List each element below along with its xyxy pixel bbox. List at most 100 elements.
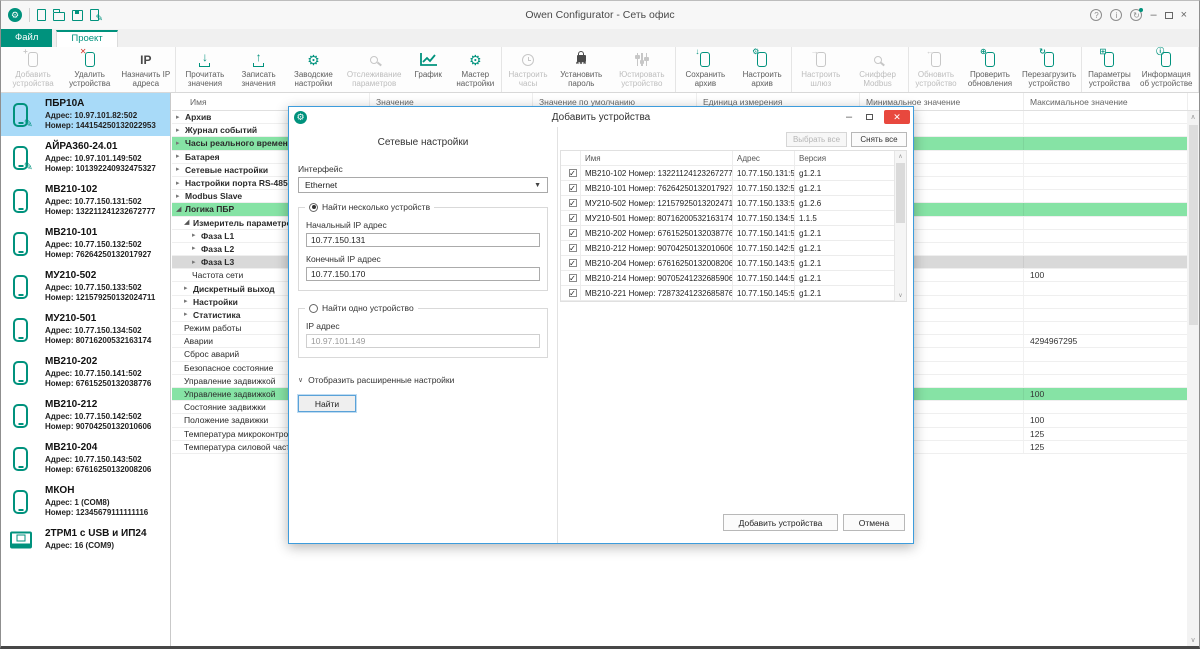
close-button[interactable]: × xyxy=(1181,10,1187,21)
table-row[interactable]: ✓МВ210-214 Номер: 9070524123268590610.77… xyxy=(561,271,906,286)
tab-file[interactable]: Файл xyxy=(1,29,52,47)
table-row[interactable]: ✓МУ210-502 Номер: 12157925013202471110.7… xyxy=(561,196,906,211)
sidebar-device-item[interactable]: МУ210-501Адрес: 10.77.150.134:502Номер: … xyxy=(1,308,170,351)
ribbon-button[interactable]: ⊕Проверить обновления xyxy=(962,48,1018,91)
table-column-header[interactable]: Версия xyxy=(795,151,896,165)
sidebar-device-item[interactable]: МВ210-212Адрес: 10.77.150.142:502Номер: … xyxy=(1,394,170,437)
end-ip-input[interactable] xyxy=(306,267,540,281)
ribbon-button[interactable]: ⚙Мастер настройки xyxy=(450,48,500,91)
ribbon-button[interactable]: IPНазначить IP адреса xyxy=(117,48,174,91)
tree-label: Журнал событий xyxy=(185,125,257,135)
table-row[interactable]: ✓МВ210-204 Номер: 6761625013200820610.77… xyxy=(561,256,906,271)
help-icon[interactable]: ? xyxy=(1090,9,1102,21)
dialog-minimize-button[interactable]: – xyxy=(840,111,858,123)
update-icon[interactable]: ↻ xyxy=(1130,9,1142,21)
table-row[interactable]: ✓МВ210-202 Номер: 6761525013203877610.77… xyxy=(561,226,906,241)
table-row[interactable]: ✓МВ210-101 Номер: 7626425013201792710.77… xyxy=(561,181,906,196)
scroll-up-icon[interactable]: ∧ xyxy=(1187,113,1199,121)
dialog-table-scrollbar[interactable]: ∧ ∨ xyxy=(894,151,906,301)
row-checkbox[interactable]: ✓ xyxy=(569,199,577,207)
sidebar-device-item[interactable]: ✎АЙРА360-24.01Адрес: 10.97.101.149:502Но… xyxy=(1,136,170,179)
sidebar-device-item[interactable]: МВ210-102Адрес: 10.77.150.131:502Номер: … xyxy=(1,179,170,222)
row-checkbox[interactable]: ✓ xyxy=(569,289,577,297)
tree-collapsed-icon[interactable]: ▸ xyxy=(176,180,185,187)
multi-device-radio[interactable] xyxy=(309,203,318,212)
scrollbar-thumb[interactable] xyxy=(896,163,905,223)
ribbon-button[interactable]: ↓Сохранить архив xyxy=(677,48,734,91)
interface-select[interactable]: Ethernet ▼ xyxy=(298,177,548,193)
ribbon-button[interactable]: ↻Перезагрузить устройство xyxy=(1018,48,1080,91)
ribbon-button[interactable]: ↓Прочитать значения xyxy=(177,48,232,91)
restore-button[interactable] xyxy=(1165,12,1173,19)
scroll-up-icon[interactable]: ∧ xyxy=(895,153,906,160)
row-checkbox[interactable]: ✓ xyxy=(569,274,577,282)
scroll-down-icon[interactable]: ∨ xyxy=(1187,636,1199,644)
ribbon-button[interactable]: ✕Удалить устройства xyxy=(62,48,117,91)
info-icon[interactable]: i xyxy=(1110,9,1122,21)
tree-collapsed-icon[interactable]: ▸ xyxy=(184,285,193,292)
start-ip-input[interactable] xyxy=(306,233,540,247)
new-file-icon[interactable] xyxy=(37,9,46,21)
ribbon-button[interactable]: ⚙Заводские настройки xyxy=(285,48,343,91)
row-checkbox[interactable]: ✓ xyxy=(569,184,577,192)
single-device-radio[interactable] xyxy=(309,304,318,313)
table-row[interactable]: ✓МВ210-221 Номер: 7287324123268587610.77… xyxy=(561,286,906,301)
sidebar-device-item[interactable]: ✎ПБР10ААдрес: 10.97.101.82:502Номер: 144… xyxy=(1,93,170,136)
find-button[interactable]: Найти xyxy=(298,395,356,412)
tree-collapsed-icon[interactable]: ▸ xyxy=(192,245,201,252)
add-devices-button[interactable]: Добавить устройства xyxy=(723,514,838,531)
tree-expanded-icon[interactable]: ◢ xyxy=(184,219,193,226)
row-checkbox[interactable]: ✓ xyxy=(569,169,577,177)
ribbon-button[interactable]: ↑Записать значения xyxy=(233,48,285,91)
multi-device-radio-row[interactable]: Найти несколько устройств xyxy=(305,202,434,212)
sidebar-device-item[interactable]: МКОНАдрес: 1 (COM8)Номер: 12345679111111… xyxy=(1,480,170,523)
save-file-icon[interactable] xyxy=(72,10,83,21)
ribbon-button[interactable]: ⓘИнформация об устройстве xyxy=(1135,48,1197,91)
sidebar-device-item[interactable]: МВ210-101Адрес: 10.77.150.132:502Номер: … xyxy=(1,222,170,265)
sidebar-device-item[interactable]: 2ТРМ1 с USB и ИП24Адрес: 16 (COM9) xyxy=(1,523,170,556)
grid-column-header[interactable]: Максимальное значение xyxy=(1024,93,1188,110)
sidebar-device-item[interactable]: МВ210-202Адрес: 10.77.150.141:502Номер: … xyxy=(1,351,170,394)
tree-collapsed-icon[interactable]: ▸ xyxy=(192,259,201,266)
scroll-down-icon[interactable]: ∨ xyxy=(895,292,906,299)
dialog-maximize-button[interactable] xyxy=(866,114,873,120)
tab-project[interactable]: Проект xyxy=(56,30,117,47)
row-checkbox[interactable]: ✓ xyxy=(569,214,577,222)
ribbon-button[interactable]: График xyxy=(406,48,450,91)
dialog-close-button[interactable]: ✕ xyxy=(884,110,910,124)
ribbon-button[interactable]: ⚙Настроить архив xyxy=(734,48,791,91)
device-params-icon: ⊞ xyxy=(1104,50,1114,69)
cancel-button[interactable]: Отмена xyxy=(843,514,905,531)
ribbon-button[interactable]: ***Установить пароль xyxy=(553,48,610,91)
advanced-settings-expander[interactable]: ∨ Отобразить расширенные настройки xyxy=(298,375,548,385)
tree-collapsed-icon[interactable]: ▸ xyxy=(176,193,185,200)
grid-scrollbar[interactable]: ∧ ∨ xyxy=(1187,111,1199,646)
tree-collapsed-icon[interactable]: ▸ xyxy=(184,298,193,305)
sniffer-icon xyxy=(874,50,882,69)
save-as-icon[interactable] xyxy=(90,9,99,21)
tree-collapsed-icon[interactable]: ▸ xyxy=(176,153,185,160)
tree-collapsed-icon[interactable]: ▸ xyxy=(184,311,193,318)
row-checkbox[interactable]: ✓ xyxy=(569,259,577,267)
tree-collapsed-icon[interactable]: ▸ xyxy=(192,232,201,239)
deselect-all-button[interactable]: Снять все xyxy=(851,132,907,147)
ribbon-button[interactable]: ⊞Параметры устройства xyxy=(1083,48,1135,91)
minimize-button[interactable]: – xyxy=(1150,10,1156,21)
table-column-header[interactable]: Имя xyxy=(581,151,733,165)
table-column-header[interactable]: Адрес xyxy=(733,151,795,165)
sidebar-device-item[interactable]: МУ210-502Адрес: 10.77.150.133:502Номер: … xyxy=(1,265,170,308)
table-row[interactable]: ✓МВ210-102 Номер: 13221124123267277710.7… xyxy=(561,166,906,181)
tree-collapsed-icon[interactable]: ▸ xyxy=(176,166,185,173)
row-checkbox[interactable]: ✓ xyxy=(569,244,577,252)
sidebar-device-item[interactable]: МВ210-204Адрес: 10.77.150.143:502Номер: … xyxy=(1,437,170,480)
row-checkbox[interactable]: ✓ xyxy=(569,229,577,237)
tree-collapsed-icon[interactable]: ▸ xyxy=(176,114,185,121)
tree-collapsed-icon[interactable]: ▸ xyxy=(176,127,185,134)
single-device-radio-row[interactable]: Найти одно устройство xyxy=(305,303,418,313)
tree-collapsed-icon[interactable]: ▸ xyxy=(176,140,185,147)
open-file-icon[interactable] xyxy=(53,12,65,21)
scrollbar-thumb[interactable] xyxy=(1189,125,1198,325)
table-row[interactable]: ✓МВ210-212 Номер: 9070425013201060610.77… xyxy=(561,241,906,256)
tree-expanded-icon[interactable]: ◢ xyxy=(176,206,185,213)
table-row[interactable]: ✓МУ210-501 Номер: 8071620053216317410.77… xyxy=(561,211,906,226)
